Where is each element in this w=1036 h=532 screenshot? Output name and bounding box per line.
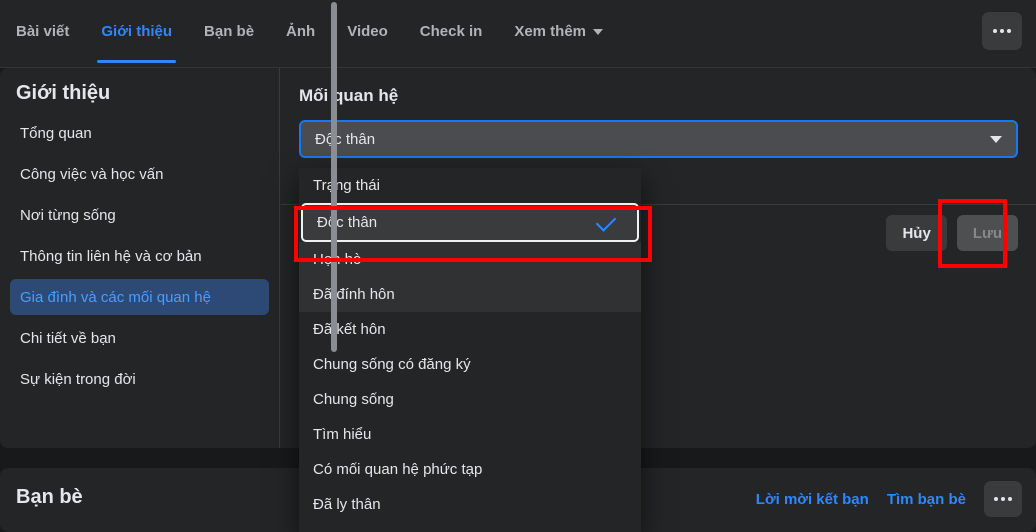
sidebar-item-0[interactable]: Tổng quan — [10, 115, 269, 151]
dropdown-option-2[interactable]: Hẹn hò — [299, 242, 641, 277]
tab-6[interactable]: Xem thêm — [498, 0, 619, 63]
relationship-select-value: Độc thân — [315, 130, 376, 148]
sidebar-item-1[interactable]: Công việc và học vấn — [10, 156, 269, 192]
dropdown-option-label: Trạng thái — [313, 177, 380, 194]
dropdown-option-label: Có mối quan hệ phức tạp — [313, 461, 483, 478]
dropdown-option-4[interactable]: Đã kết hôn — [299, 312, 641, 347]
tab-5[interactable]: Check in — [404, 0, 499, 63]
dropdown-option-9[interactable]: Đã ly thân — [299, 487, 641, 522]
sidebar-item-label: Tổng quan — [20, 124, 92, 142]
friends-actions: Lời mời kết bạn Tìm bạn bè — [756, 481, 1022, 517]
dropdown-group-header: Trạng thái — [299, 168, 641, 203]
tab-label: Ảnh — [286, 23, 316, 40]
dropdown-option-6[interactable]: Chung sống — [299, 382, 641, 417]
about-sidebar: Giới thiệu Tổng quan Công việc và học vấn… — [0, 68, 280, 448]
friends-more-button[interactable] — [984, 481, 1022, 517]
dropdown-option-label: Hẹn hò — [313, 251, 362, 268]
chevron-down-icon — [593, 28, 604, 35]
check-icon — [595, 210, 617, 232]
dropdown-option-label: Đã ly thân — [313, 496, 381, 513]
sidebar-item-5[interactable]: Chi tiết về bạn — [10, 320, 269, 356]
dropdown-option-8[interactable]: Có mối quan hệ phức tạp — [299, 452, 641, 487]
tab-label: Bài viết — [16, 23, 70, 40]
dropdown-option-label: Chung sống — [313, 391, 394, 408]
tab-label: Bạn bè — [204, 23, 255, 40]
sidebar-item-label: Gia đình và các mối quan hệ — [20, 288, 211, 306]
tab-label: Check in — [419, 23, 483, 40]
tab-3[interactable]: Ảnh — [270, 0, 331, 63]
sidebar-item-2[interactable]: Nơi từng sống — [10, 197, 269, 233]
friends-title: Bạn bè — [16, 486, 83, 508]
dropdown-option-label: Chung sống có đăng ký — [313, 356, 471, 373]
sidebar-item-label: Nơi từng sống — [20, 206, 116, 224]
tab-1[interactable]: Giới thiệu — [85, 0, 188, 63]
sidebar-item-label: Chi tiết về bạn — [20, 329, 116, 347]
profile-about-page: Bài viết Giới thiệu Bạn bè Ảnh Video Check in… — [0, 0, 1036, 532]
dropdown-option-list: Trạng thái Độc thân Hẹn hò Đã đính hôn Đã kế… — [299, 168, 641, 522]
profile-tabbar: Bài viết Giới thiệu Bạn bè Ảnh Video Check in… — [0, 0, 1036, 68]
sidebar-item-label: Thông tin liên hệ và cơ bản — [20, 247, 202, 265]
dropdown-option-7[interactable]: Tìm hiểu — [299, 417, 641, 452]
dropdown-scrollbar[interactable] — [331, 2, 337, 352]
dropdown-option-label: Đã đính hôn — [313, 286, 395, 303]
tab-list: Bài viết Giới thiệu Bạn bè Ảnh Video Check in… — [0, 0, 619, 63]
save-button[interactable]: Lưu — [956, 215, 1018, 251]
relationship-select-wrap: Độc thân — [299, 120, 1018, 158]
friend-requests-link[interactable]: Lời mời kết bạn — [756, 491, 869, 508]
section-title: Mối quan hệ — [299, 86, 399, 105]
tab-label: Video — [347, 23, 388, 40]
sidebar-item-label: Sự kiện trong đời — [20, 370, 136, 388]
form-actions: Hủy Lưu — [886, 215, 1018, 251]
tab-label: Xem thêm — [514, 23, 587, 40]
dropdown-option-label: Tìm hiểu — [313, 426, 372, 443]
sidebar-item-6[interactable]: Sự kiện trong đời — [10, 361, 269, 397]
options-icon — [994, 497, 1012, 501]
tab-4[interactable]: Video — [331, 0, 404, 63]
relationship-dropdown-menu: Trạng thái Độc thân Hẹn hò Đã đính hôn Đã kế… — [299, 168, 641, 532]
dropdown-option-1[interactable]: Độc thân — [301, 203, 639, 242]
cancel-button[interactable]: Hủy — [886, 215, 947, 251]
profile-more-button[interactable] — [982, 12, 1022, 50]
tab-2[interactable]: Bạn bè — [188, 0, 270, 63]
dropdown-option-label: Độc thân — [317, 214, 378, 231]
relationship-select[interactable]: Độc thân — [299, 120, 1018, 158]
dropdown-option-label: Đã kết hôn — [313, 321, 386, 338]
sidebar-item-3[interactable]: Thông tin liên hệ và cơ bản — [10, 238, 269, 274]
tab-label: Giới thiệu — [101, 23, 173, 40]
options-icon — [993, 29, 1011, 33]
find-friends-link[interactable]: Tìm bạn bè — [887, 491, 966, 508]
sidebar-title: Giới thiệu — [16, 82, 111, 104]
sidebar-item-4[interactable]: Gia đình và các mối quan hệ — [10, 279, 269, 315]
sidebar-list: Tổng quan Công việc và học vấn Nơi từng số… — [10, 115, 269, 397]
sidebar-item-label: Công việc và học vấn — [20, 165, 164, 183]
dropdown-option-5[interactable]: Chung sống có đăng ký — [299, 347, 641, 382]
dropdown-option-3[interactable]: Đã đính hôn — [299, 277, 641, 312]
tab-0[interactable]: Bài viết — [0, 0, 85, 63]
chevron-down-icon — [990, 136, 1002, 143]
